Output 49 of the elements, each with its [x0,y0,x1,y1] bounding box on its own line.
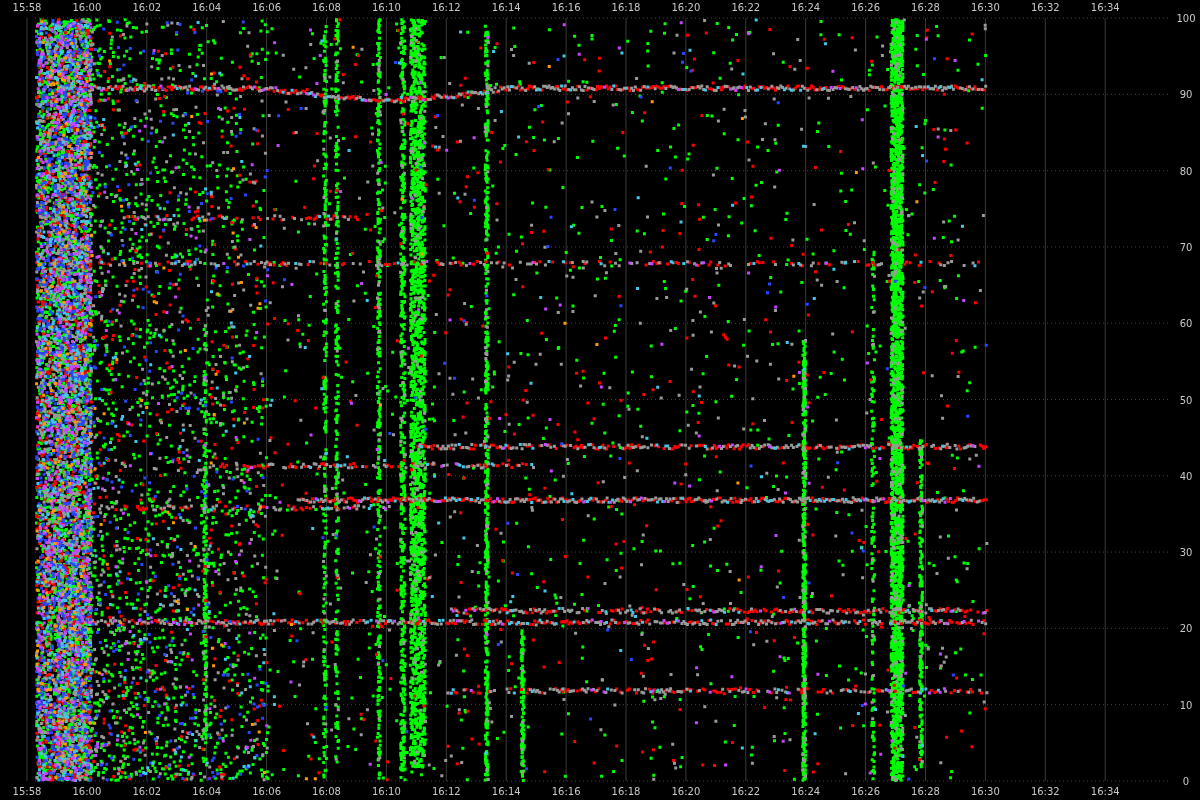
value-axis-label: 0 [1182,776,1190,787]
time-axis-label: 16:02 [132,2,162,13]
time-axis-label: 16:28 [911,2,940,13]
time-axis-label: 15:58 [12,786,42,797]
time-axis-label: 16:08 [312,2,341,13]
value-axis-label: 50 [1179,394,1193,406]
time-axis-label: 16:32 [1030,2,1060,13]
time-axis-label: 16:34 [1090,786,1120,797]
time-axis-label: 16:12 [431,786,461,797]
value-axis-label: 60 [1179,318,1193,330]
time-axis-label: 16:00 [72,786,102,797]
time-axis-label: 16:02 [132,786,162,797]
time-axis-label: 15:58 [12,2,42,13]
time-axis-label: 16:18 [611,2,641,13]
time-axis-label: 16:06 [252,786,281,797]
value-axis-label: 90 [1179,89,1193,101]
value-axis-label: 40 [1179,470,1193,482]
time-axis-label: 16:20 [671,786,701,797]
time-axis-label: 16:22 [731,786,761,797]
value-axis-label: 30 [1179,547,1193,559]
time-axis-label: 16:30 [971,2,1000,13]
time-axis-label: 16:04 [192,786,222,797]
value-axis-label: 100 [1176,13,1196,24]
time-axis-label: 16:16 [551,2,581,13]
time-axis-label: 16:22 [731,2,761,13]
time-axis-label: 16:24 [791,786,821,797]
time-axis-label: 16:10 [372,786,401,797]
time-axis-label: 16:24 [791,2,821,13]
time-axis-label: 16:14 [491,2,521,13]
time-axis-label: 16:16 [551,786,581,797]
value-axis-label: 10 [1179,699,1193,711]
time-axis-label: 16:28 [911,786,940,797]
time-axis-label: 16:30 [971,786,1000,797]
value-axis-label: 80 [1179,165,1193,177]
value-axis-label: 20 [1179,623,1193,635]
time-axis-label: 16:06 [252,2,281,13]
time-axis-label: 16:10 [372,2,401,13]
value-axis-label: 70 [1179,241,1193,253]
time-axis-label: 16:08 [312,786,341,797]
time-axis-label: 16:00 [72,2,102,13]
time-axis-label: 16:26 [851,2,880,13]
time-axis-label: 16:26 [851,786,880,797]
time-axis-label: 16:12 [431,2,461,13]
time-axis-label: 16:18 [611,786,641,797]
time-axis-label: 16:32 [1030,786,1060,797]
time-axis-label: 16:34 [1090,2,1120,13]
time-axis-label: 16:04 [192,2,222,13]
time-axis-label: 16:20 [671,2,701,13]
time-axis-label: 16:14 [491,786,521,797]
